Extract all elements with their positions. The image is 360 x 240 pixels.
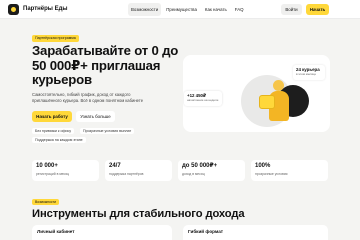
income-label: начисление на неделе xyxy=(187,98,219,102)
header-start-button[interactable]: Начать xyxy=(306,4,329,15)
features-badge: Возможности xyxy=(32,199,60,205)
chip-transparent-payouts: Прозрачные условия выплат xyxy=(80,128,135,134)
hero-title: Зарабатывайте от 0 до 50 000₽+ приглашая… xyxy=(32,43,179,87)
login-button[interactable]: Войти xyxy=(281,4,302,15)
stat-value: до 50 000₽+ xyxy=(182,163,218,169)
feature-title: Гибкий формат xyxy=(188,229,224,234)
stat-value: 10 000+ xyxy=(36,163,58,169)
chip-no-office: Без привязки к офису xyxy=(32,128,75,134)
nav-item-how-to-start[interactable]: Как начать xyxy=(202,3,230,16)
stat-label: регистраций в месяц xyxy=(36,172,70,176)
learn-more-button[interactable]: Узнать больше xyxy=(76,111,115,122)
delivery-bag-icon xyxy=(259,95,275,109)
brand-name[interactable]: Партнёры Еды xyxy=(23,5,68,14)
stat-label: доход в месяц xyxy=(182,172,205,176)
stat-card: до 50 000₽+ доход в месяц xyxy=(178,160,245,181)
stat-card: 10 000+ регистраций в месяц xyxy=(32,160,99,181)
nav-item-features[interactable]: Возможности xyxy=(128,3,162,16)
stat-label: прозрачные условия xyxy=(255,172,288,176)
hero-illustration-card: 24 курьера в этом месяце +12 450₽ начисл… xyxy=(183,55,330,132)
stat-card: 100% прозрачные условия xyxy=(251,160,328,181)
stat-value: 24/7 xyxy=(109,163,121,169)
feature-title: Личный кабинет xyxy=(37,229,75,234)
feature-card-dashboard[interactable]: Личный кабинет xyxy=(32,225,172,240)
main-nav: Возможности Преимущества Как начать FAQ xyxy=(128,3,247,16)
stat-value: 100% xyxy=(255,163,271,169)
top-header: Партнёры Еды Возможности Преимущества Ка… xyxy=(0,0,360,19)
couriers-count-card: 24 курьера в этом месяце xyxy=(293,65,325,80)
courier-head xyxy=(273,80,284,91)
chip-support: Поддержка на каждом этапе xyxy=(32,137,86,143)
hero-badge: Партнёрская программа xyxy=(32,35,79,42)
nav-item-faq[interactable]: FAQ xyxy=(232,3,247,16)
income-card: +12 450₽ начисление на неделе xyxy=(184,91,222,106)
logo-icon[interactable] xyxy=(8,4,19,15)
couriers-count-label: в этом месяце xyxy=(296,72,317,76)
stat-label: поддержка партнёров xyxy=(109,172,144,176)
hero-description: Самостоятельно, гибкий график, доход от … xyxy=(32,92,144,103)
nav-item-advantages[interactable]: Преимущества xyxy=(163,3,200,16)
start-work-button[interactable]: Начать работу xyxy=(32,111,72,122)
features-title: Инструменты для стабильного дохода xyxy=(32,208,245,220)
stat-card: 24/7 поддержка партнёров xyxy=(105,160,172,181)
feature-card-flexible[interactable]: Гибкий формат xyxy=(183,225,328,240)
